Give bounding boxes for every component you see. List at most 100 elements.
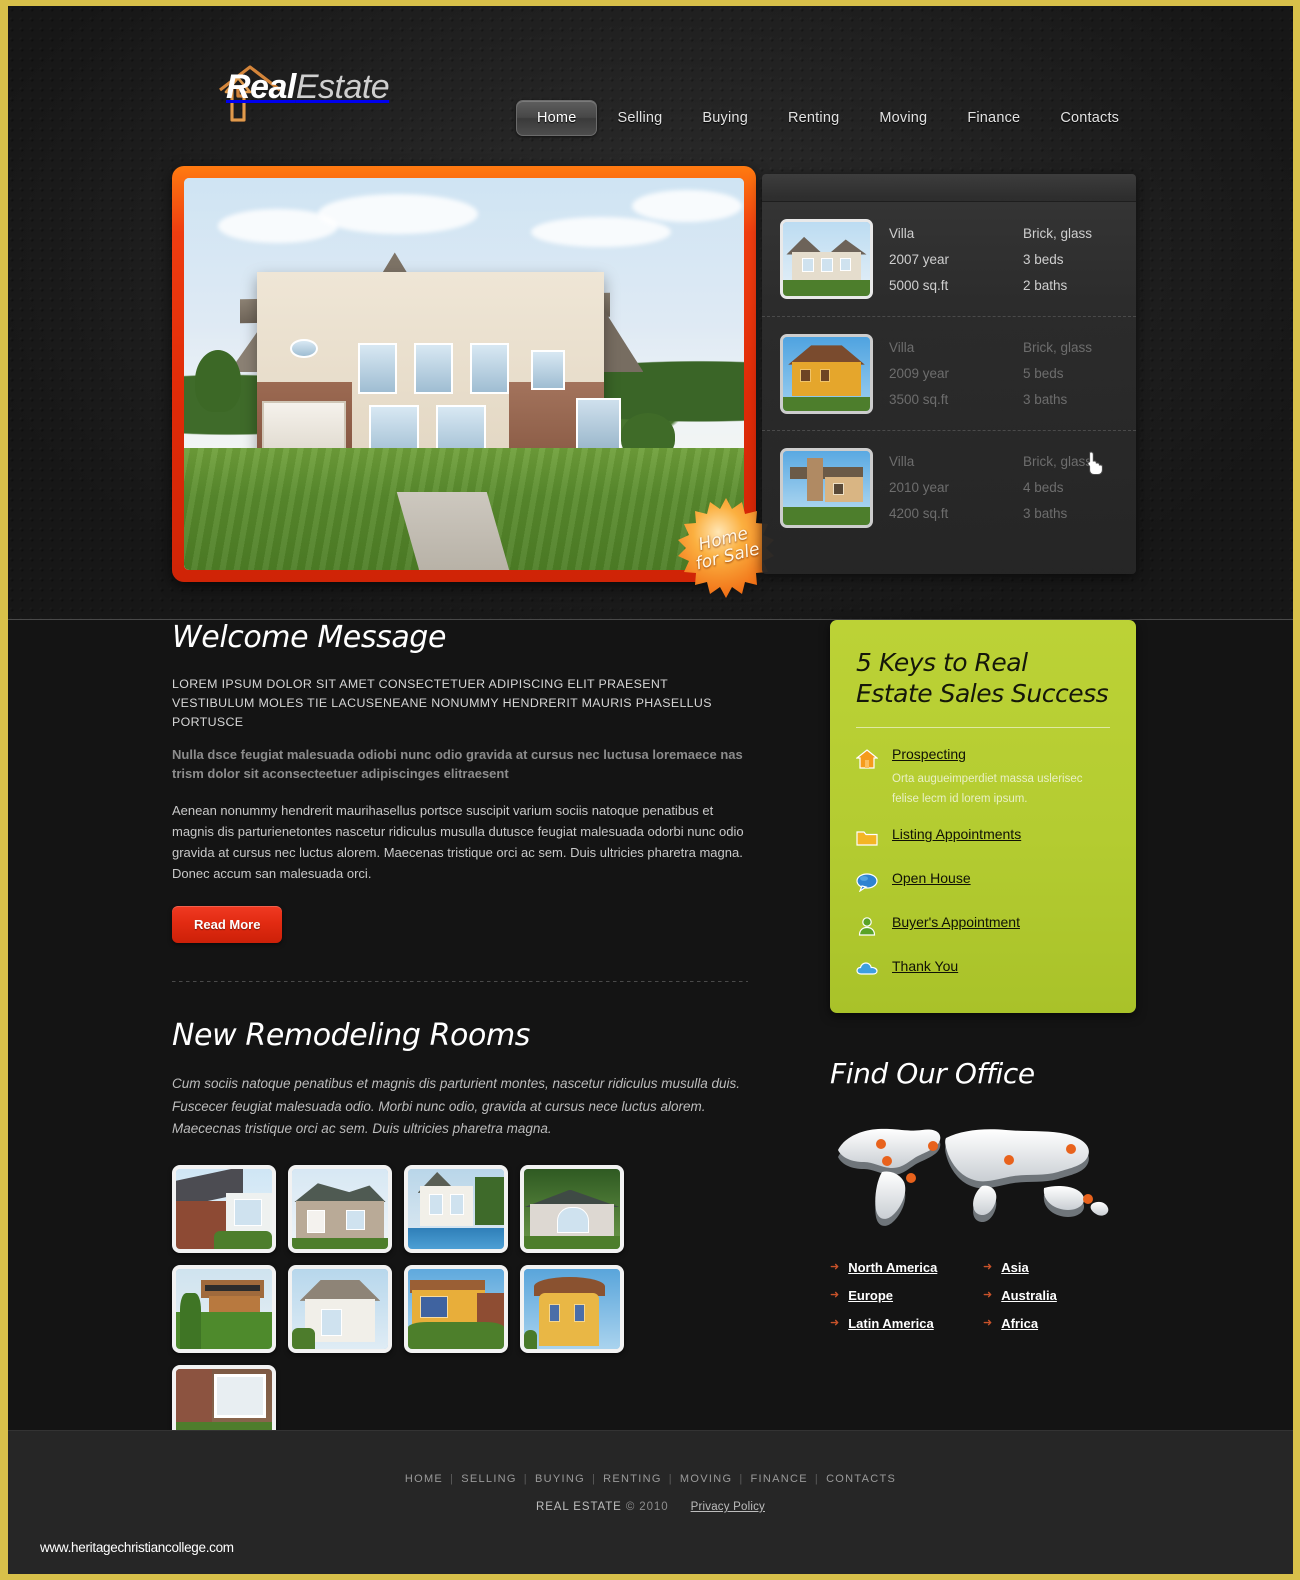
property-thumbnail — [780, 447, 873, 528]
remodeling-gallery — [172, 1164, 732, 1453]
find-office-title: Find Our Office — [830, 1057, 1035, 1091]
keys-item: Open House — [856, 870, 1110, 897]
office-link-north-america[interactable]: North America — [848, 1260, 937, 1275]
keys-item: Thank You — [856, 958, 1110, 983]
nav-item-finance[interactable]: Finance — [947, 101, 1040, 135]
property-area: 3500 sq.ft — [889, 392, 949, 407]
arrow-right-icon: ➜ — [983, 1317, 993, 1330]
office-link-africa[interactable]: Africa — [1001, 1316, 1038, 1331]
keys-link-open-house[interactable]: Open House — [892, 870, 971, 897]
logo-word-1: Real — [226, 68, 296, 106]
list-item: ➜ Latin America — [830, 1316, 983, 1331]
property-baths: 3 baths — [1023, 506, 1068, 521]
gallery-thumb-yellow-stucco-house[interactable] — [404, 1264, 508, 1353]
property-details: Villa 2007 year 5000 sq.ft Brick, glass … — [889, 226, 1127, 293]
property-thumbnail — [780, 219, 873, 299]
arrow-right-icon: ➜ — [830, 1317, 840, 1330]
list-item: ➜ Europe — [830, 1288, 983, 1303]
list-item: ➜ Australia — [983, 1288, 1136, 1303]
keys-item: Buyer's Appointment — [856, 914, 1110, 941]
nav-item-contacts[interactable]: Contacts — [1040, 101, 1139, 135]
keys-link-buyers-appointment[interactable]: Buyer's Appointment — [892, 914, 1020, 941]
property-beds: 4 beds — [1023, 480, 1064, 495]
remodeling-title: New Remodeling Rooms — [172, 1017, 531, 1053]
keys-box-title: 5 Keys to Real Estate Sales Success — [856, 648, 1109, 708]
property-year: 2010 year — [889, 480, 950, 495]
property-thumbnail — [780, 333, 873, 414]
keys-box: 5 Keys to Real Estate Sales Success Pros… — [830, 620, 1136, 1014]
property-type: Villa — [889, 454, 915, 469]
hero-house-photo — [184, 178, 744, 570]
list-item: ➜ North America — [830, 1260, 983, 1275]
footer-copyright: © 2010 — [625, 1501, 669, 1513]
right-column: 5 Keys to Real Estate Sales Success Pros… — [830, 620, 1136, 1344]
welcome-body: Aenean nonummy hendrerit maurihasellus p… — [172, 802, 744, 881]
gallery-thumb-house-arched-window[interactable] — [520, 1164, 624, 1253]
office-link-australia[interactable]: Australia — [1001, 1288, 1057, 1303]
footer-navigation: HOME | SELLING | BUYING | RENTING | MOVING | FINAN… — [404, 1473, 897, 1485]
footer-link-finance[interactable]: FINANCE — [751, 1473, 808, 1485]
property-area: 5000 sq.ft — [889, 277, 949, 293]
footer-link-buying[interactable]: BUYING — [535, 1473, 585, 1485]
list-item: ➜ Asia — [983, 1260, 1136, 1275]
property-row[interactable]: Villa 2007 year 5000 sq.ft Brick, glass … — [762, 202, 1136, 316]
property-beds: 5 beds — [1023, 366, 1064, 381]
office-link-europe[interactable]: Europe — [848, 1288, 893, 1303]
property-beds: 3 beds — [1023, 251, 1064, 267]
site-footer: HOME | SELLING | BUYING | RENTING | MOVING | FINAN… — [8, 1430, 1293, 1574]
gallery-thumb-yellow-villa-turret[interactable] — [520, 1264, 624, 1353]
folder-icon — [856, 826, 878, 853]
gallery-thumb-white-house-with-pool[interactable] — [404, 1164, 508, 1253]
remodeling-intro: Cum sociis natoque penatibus et magnis d… — [172, 1075, 741, 1137]
nav-item-moving[interactable]: Moving — [859, 101, 947, 135]
logo-word-2: Estate — [295, 68, 390, 106]
keys-link-thank-you[interactable]: Thank You — [892, 958, 958, 983]
list-item: ➜ Africa — [983, 1316, 1136, 1331]
property-row[interactable]: Villa 2009 year 3500 sq.ft Brick, glass … — [762, 316, 1136, 430]
main-navigation: Home Selling Buying Renting Moving Finan… — [516, 100, 1139, 136]
keys-item: Prospecting Orta augueimperdiet massa us… — [855, 746, 1110, 809]
keys-desc-prospecting: Orta augueimperdiet massa uslerisec feli… — [892, 773, 1083, 806]
gallery-thumb-brick-house-bay-window[interactable] — [172, 1164, 276, 1253]
property-type: Villa — [889, 225, 915, 241]
footer-link-privacy-policy[interactable]: Privacy Policy — [691, 1501, 765, 1513]
gallery-thumb-modern-wood-villa[interactable] — [172, 1264, 276, 1353]
arrow-right-icon: ➜ — [983, 1289, 993, 1302]
office-link-asia[interactable]: Asia — [1001, 1260, 1028, 1275]
gallery-thumb-grey-ranch-house[interactable] — [288, 1164, 392, 1253]
property-area: 4200 sq.ft — [889, 506, 949, 521]
keys-link-prospecting[interactable]: Prospecting — [892, 746, 966, 762]
footer-link-renting[interactable]: RENTING — [603, 1473, 662, 1485]
gallery-thumb-white-house-tile-roof[interactable] — [288, 1264, 392, 1353]
mouse-cursor-icon — [1085, 450, 1105, 476]
nav-item-renting[interactable]: Renting — [768, 101, 859, 135]
property-list-panel: Villa 2007 year 5000 sq.ft Brick, glass … — [762, 174, 1136, 574]
logo-text: RealEstate — [226, 68, 390, 107]
hero-section: RealEstate Home Selling Buying Renting M… — [8, 6, 1293, 620]
property-year: 2007 year — [889, 251, 950, 267]
property-material: Brick, glass — [1023, 454, 1093, 469]
site-logo[interactable]: RealEstate — [208, 65, 390, 122]
user-icon — [856, 914, 878, 941]
nav-item-buying[interactable]: Buying — [682, 101, 768, 135]
footer-link-moving[interactable]: MOVING — [680, 1473, 732, 1485]
site-header: RealEstate Home Selling Buying Renting M… — [8, 6, 1293, 156]
keys-link-listing-appointments[interactable]: Listing Appointments — [892, 826, 1021, 853]
find-office-section: Find Our Office ➜ North America ➜ Europe… — [830, 1057, 1136, 1344]
hero-image-frame[interactable]: Home for Sale — [172, 166, 774, 598]
property-row[interactable]: Villa 2010 year 4200 sq.ft Brick, glass … — [762, 430, 1136, 544]
footer-link-selling[interactable]: SELLING — [461, 1473, 517, 1485]
panel-header-strip — [762, 174, 1136, 202]
nav-item-selling[interactable]: Selling — [597, 101, 682, 135]
welcome-read-more-button[interactable]: Read More — [172, 905, 283, 943]
footer-link-contacts[interactable]: CONTACTS — [826, 1473, 896, 1485]
office-links-right: ➜ Asia ➜ Australia ➜ Africa — [983, 1260, 1136, 1344]
page-root: RealEstate Home Selling Buying Renting M… — [8, 6, 1293, 1574]
property-material: Brick, glass — [1023, 340, 1093, 355]
footer-link-home[interactable]: HOME — [405, 1473, 443, 1485]
world-map — [830, 1116, 1136, 1234]
office-link-latin-america[interactable]: Latin America — [848, 1316, 934, 1331]
arrow-right-icon: ➜ — [830, 1289, 840, 1302]
welcome-section: Welcome Message LOREM IPSUM DOLOR SIT AM… — [172, 620, 748, 943]
nav-item-home[interactable]: Home — [516, 100, 598, 136]
